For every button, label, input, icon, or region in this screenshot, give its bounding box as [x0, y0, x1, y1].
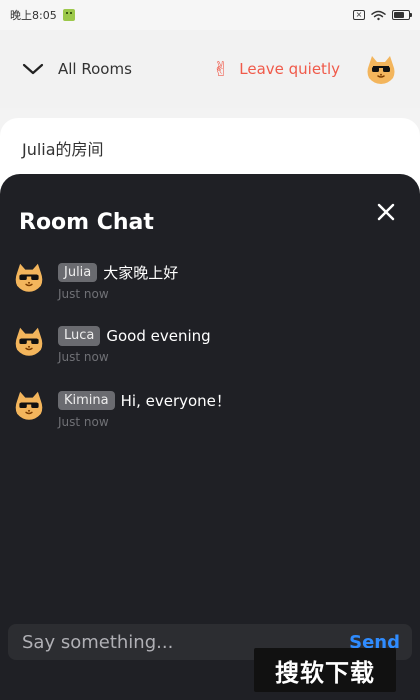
app-screen: 晚上8:05 × All Rooms ✌ Leave quietly Julia… — [0, 0, 420, 700]
header: All Rooms ✌ Leave quietly — [0, 30, 420, 108]
message-body: Julia 大家晚上好 Just now — [58, 260, 178, 301]
user-name-badge[interactable]: Kimina — [58, 390, 115, 411]
user-name-badge[interactable]: Julia — [58, 262, 98, 283]
message-avatar[interactable] — [12, 260, 46, 294]
chevron-down-icon — [22, 63, 44, 75]
user-name-badge[interactable]: Luca — [58, 326, 101, 346]
all-rooms-title[interactable]: All Rooms — [58, 60, 132, 78]
message-line: Luca Good evening — [58, 326, 211, 346]
user-avatar[interactable] — [364, 52, 398, 86]
status-emoji-icon — [62, 9, 75, 21]
message-text: Hi, everyone！ — [120, 392, 231, 410]
sim-disabled-icon: × — [353, 10, 365, 20]
status-right: × — [353, 10, 412, 21]
message-item: Kimina Hi, everyone！ Just now — [12, 388, 408, 438]
message-avatar[interactable] — [12, 324, 46, 358]
message-text: Good evening — [106, 326, 211, 345]
message-text: 大家晚上好 — [103, 264, 179, 282]
leave-quietly-button[interactable]: ✌ Leave quietly — [212, 59, 340, 79]
status-time: 晚上8:05 — [10, 9, 57, 22]
room-name: Julia的房间 — [22, 140, 104, 159]
message-avatar[interactable] — [12, 388, 46, 422]
room-chat-panel: Room Chat Julia 大家晚上好 Just now Luca Good… — [0, 174, 420, 700]
cool-cat-avatar-icon — [367, 56, 395, 84]
message-timestamp: Just now — [58, 415, 109, 429]
message-line: Kimina Hi, everyone！ — [58, 390, 231, 411]
cool-cat-avatar-icon — [15, 327, 43, 356]
battery-icon — [392, 10, 412, 20]
battery-fill — [394, 12, 404, 18]
cool-cat-avatar-icon — [15, 263, 43, 292]
message-item: Julia 大家晚上好 Just now — [12, 260, 408, 310]
message-list: Julia 大家晚上好 Just now Luca Good evening J… — [12, 260, 408, 438]
all-rooms-back-button[interactable] — [22, 59, 44, 79]
peace-sign-icon: ✌ — [212, 57, 230, 81]
cool-cat-avatar-icon — [15, 391, 43, 420]
watermark-logo: 搜软下载 — [254, 648, 396, 692]
close-chat-button[interactable] — [370, 196, 402, 228]
message-body: Kimina Hi, everyone！ Just now — [58, 388, 231, 429]
message-timestamp: Just now — [58, 349, 109, 364]
leave-quietly-label: Leave quietly — [239, 60, 340, 78]
message-line: Julia 大家晚上好 — [58, 262, 178, 283]
wifi-icon — [371, 10, 386, 20]
close-icon — [377, 203, 395, 221]
message-body: Luca Good evening Just now — [58, 324, 211, 364]
message-timestamp: Just now — [58, 287, 109, 301]
message-item: Luca Good evening Just now — [12, 324, 408, 374]
room-chat-title: Room Chat — [19, 210, 154, 235]
status-bar: 晚上8:05 × — [0, 0, 420, 30]
status-left: 晚上8:05 — [10, 7, 75, 23]
